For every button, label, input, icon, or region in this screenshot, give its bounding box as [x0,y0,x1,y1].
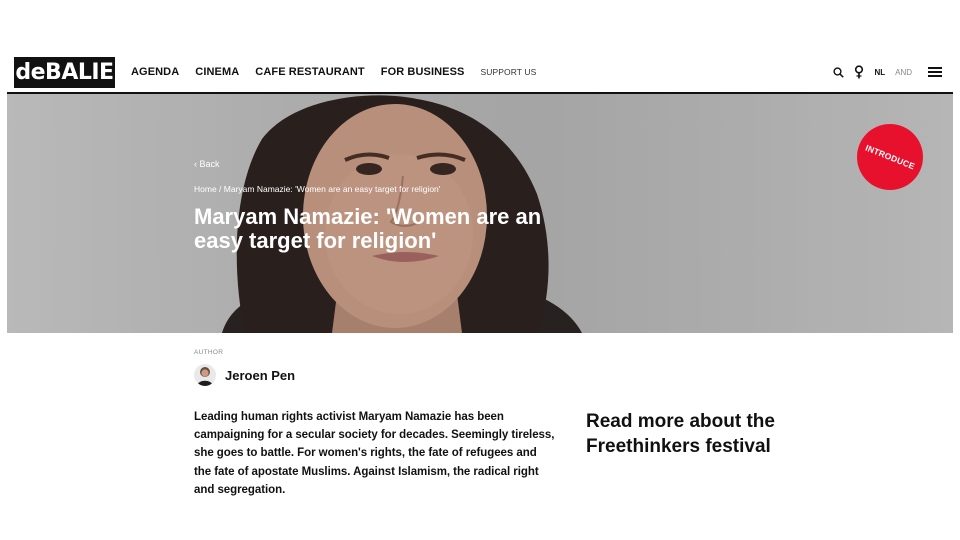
author-label: AUTHOR [194,349,224,356]
breadcrumb-separator: / [216,184,224,194]
introduce-badge-label: INTRODUCE [863,142,917,172]
page-title: Maryam Namazie: 'Women are an easy targe… [194,204,542,253]
nav-link-for-business[interactable]: FOR BUSINESS [381,66,465,78]
language-and[interactable]: AND [895,68,912,77]
nav-link-support-us[interactable]: SUPPORT US [480,67,536,77]
breadcrumb: Home / Maryam Namazie: 'Women are an eas… [194,184,440,194]
breadcrumb-home[interactable]: Home [194,184,217,194]
nav-link-cinema[interactable]: CINEMA [195,66,239,78]
language-nl[interactable]: NL [874,68,885,77]
utility-menu: NL AND [833,52,942,92]
avatar [194,364,216,386]
introduce-badge[interactable]: INTRODUCE [857,124,923,190]
location-pin-icon[interactable] [854,65,864,79]
author-name[interactable]: Jeroen Pen [225,368,295,383]
menu-icon[interactable] [928,67,942,77]
back-link[interactable]: ‹ Back [194,159,220,169]
main-menu: AGENDA CINEMA CAFE RESTAURANT FOR BUSINE… [131,52,536,92]
nav-link-agenda[interactable]: AGENDA [131,66,179,78]
article-intro: Leading human rights activist Maryam Nam… [194,411,555,496]
breadcrumb-current: Maryam Namazie: 'Women are an easy targe… [223,184,441,194]
author-block: Jeroen Pen [194,364,295,386]
search-icon[interactable] [833,66,845,78]
debalie-logo[interactable]: deBALIE [14,57,115,88]
nav-link-cafe-restaurant[interactable]: CAFE RESTAURANT [255,66,364,78]
freethinkers-festival-link[interactable]: Read more about the Freethinkers festiva… [586,409,786,459]
top-navigation: deBALIE AGENDA CINEMA CAFE RESTAURANT FO… [0,52,960,92]
hero-banner: ‹ Back Home / Maryam Namazie: 'Women are… [7,94,953,333]
